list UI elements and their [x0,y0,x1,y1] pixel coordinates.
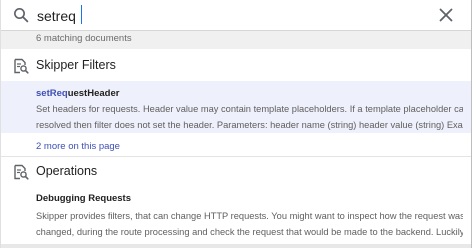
search-document-icon [14,164,29,180]
search-document-icon [14,58,29,74]
result-snippet-line: resolved then filter does not set the he… [36,120,463,130]
section-title: Skipper Filters [36,58,116,72]
search-icon [14,8,29,23]
result-title-rest: uestHeader [67,88,120,99]
close-icon[interactable] [439,8,453,22]
search-bar [1,0,471,31]
section-header-skipper-filters: Skipper Filters [1,51,471,81]
result-snippet-line: changed, during the route processing and… [36,227,463,237]
match-count-bar: 6 matching documents [1,31,471,49]
result-title: Debugging Requests [36,193,132,204]
result-snippet-line: Set headers for requests. Header value m… [36,104,463,114]
search-result-setrequestheader[interactable]: setRequestHeader Set headers for request… [1,81,471,133]
result-title: setRequestHeader [36,88,119,99]
search-input[interactable] [37,6,417,26]
result-snippet-line: Skipper provides filters, that can chang… [36,211,463,221]
result-snippet: Set headers for requests. Header value m… [36,101,463,133]
text-caret [81,5,82,24]
bottom-edge [1,244,471,248]
section-header-operations: Operations [1,157,471,187]
section-title: Operations [36,164,98,178]
result-snippet: Skipper provides filters, that can chang… [36,208,463,240]
more-results-link[interactable]: 2 more on this page [36,141,120,152]
match-count-text: 6 matching documents [36,33,132,44]
search-result-debugging-requests[interactable]: Debugging Requests Skipper provides filt… [1,187,471,244]
search-modal: 6 matching documents Skipper Filters set… [0,0,472,248]
result-title-highlight: setReq [36,88,68,99]
